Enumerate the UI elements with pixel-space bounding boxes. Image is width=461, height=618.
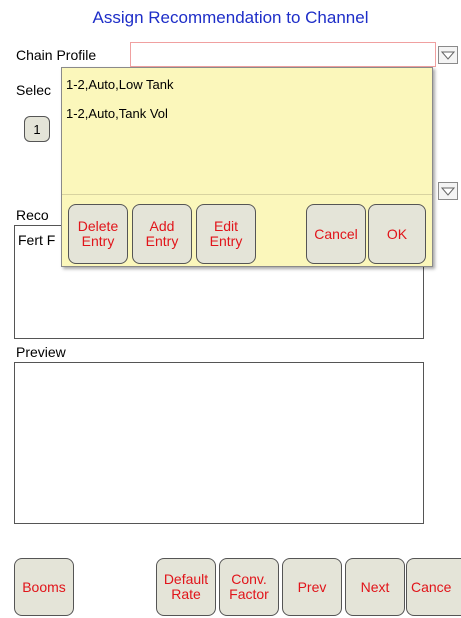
- second-dropdown-button[interactable]: [438, 182, 458, 200]
- edit-entry-button[interactable]: Edit Entry: [196, 204, 256, 264]
- popup-ok-button[interactable]: OK: [368, 204, 426, 264]
- popup-ok-label: OK: [386, 225, 408, 242]
- popup-cancel-label: Cancel: [314, 225, 358, 242]
- add-entry-button[interactable]: Add Entry: [132, 204, 192, 264]
- delete-entry-label-1: Delete: [77, 218, 119, 234]
- popup-cancel-button[interactable]: Cancel: [306, 204, 366, 264]
- fert-label: Fert F: [18, 232, 56, 248]
- popup-divider: [62, 194, 432, 195]
- add-entry-label-2: Entry: [145, 233, 179, 249]
- default-rate-button[interactable]: Default Rate: [156, 558, 216, 616]
- booms-label: Booms: [22, 578, 66, 595]
- prev-button[interactable]: Prev: [282, 558, 342, 616]
- next-label: Next: [360, 578, 390, 595]
- conv-factor-label-2: Factor: [229, 586, 269, 602]
- default-rate-label-2: Rate: [171, 586, 201, 602]
- popup-item[interactable]: 1-2,Auto,Tank Vol: [66, 106, 168, 121]
- edit-entry-label-2: Entry: [209, 233, 243, 249]
- channel-1-label: 1: [33, 121, 41, 137]
- channel-1-button[interactable]: 1: [24, 116, 50, 142]
- preview-box: [14, 362, 424, 524]
- popup-item[interactable]: 1-2,Auto,Low Tank: [66, 77, 173, 92]
- cancel-button[interactable]: Cance: [406, 558, 461, 616]
- select-label: Selec: [16, 82, 52, 98]
- default-rate-label-1: Default: [163, 571, 209, 587]
- delete-entry-label-2: Entry: [81, 233, 115, 249]
- chevron-down-icon: [441, 51, 455, 60]
- next-button[interactable]: Next: [345, 558, 405, 616]
- edit-entry-label-1: Edit: [213, 218, 239, 234]
- conv-factor-label-1: Conv.: [231, 571, 267, 587]
- chain-profile-dropdown-button[interactable]: [438, 46, 458, 64]
- add-entry-label-1: Add: [149, 218, 175, 234]
- chevron-down-icon: [441, 187, 455, 196]
- chain-profile-popup: 1-2,Auto,Low Tank 1-2,Auto,Tank Vol Dele…: [61, 67, 433, 267]
- chain-profile-field[interactable]: [130, 42, 436, 67]
- preview-label: Preview: [16, 344, 66, 360]
- conv-factor-button[interactable]: Conv. Factor: [219, 558, 279, 616]
- delete-entry-button[interactable]: Delete Entry: [68, 204, 128, 264]
- prev-label: Prev: [297, 578, 327, 595]
- cancel-label: Cance: [411, 578, 452, 595]
- recommendation-label: Reco: [16, 207, 49, 223]
- page-title: Assign Recommendation to Channel: [92, 8, 369, 27]
- chain-profile-label: Chain Profile: [16, 47, 97, 63]
- booms-button[interactable]: Booms: [14, 558, 74, 616]
